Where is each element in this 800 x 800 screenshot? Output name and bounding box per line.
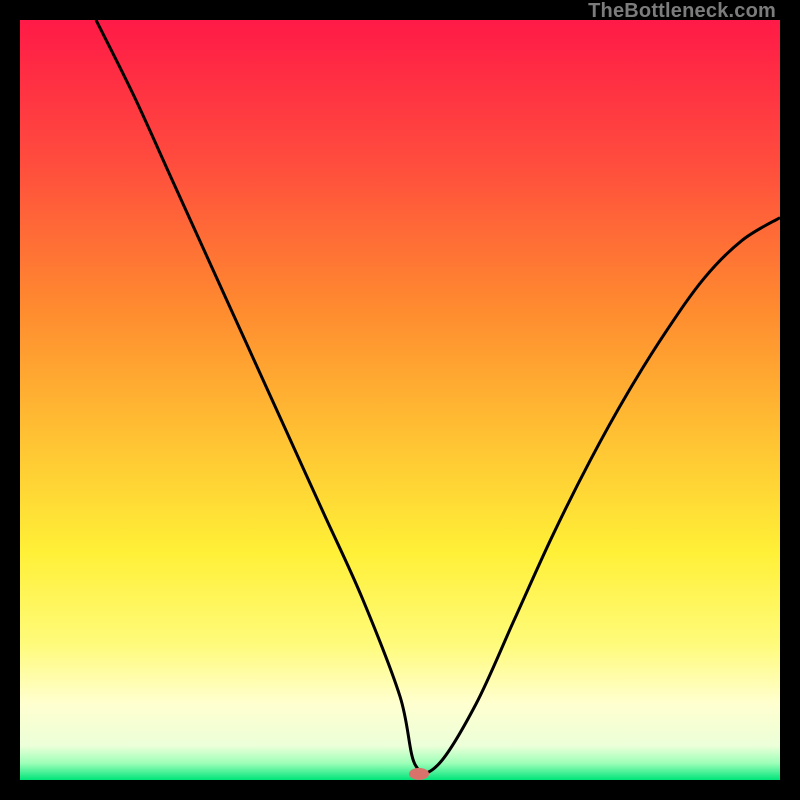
optimum-marker	[409, 768, 429, 780]
plot-area	[20, 20, 780, 780]
chart-frame: TheBottleneck.com	[0, 0, 800, 800]
bottleneck-chart	[20, 20, 780, 780]
watermark-text: TheBottleneck.com	[588, 0, 776, 23]
gradient-background	[20, 20, 780, 780]
